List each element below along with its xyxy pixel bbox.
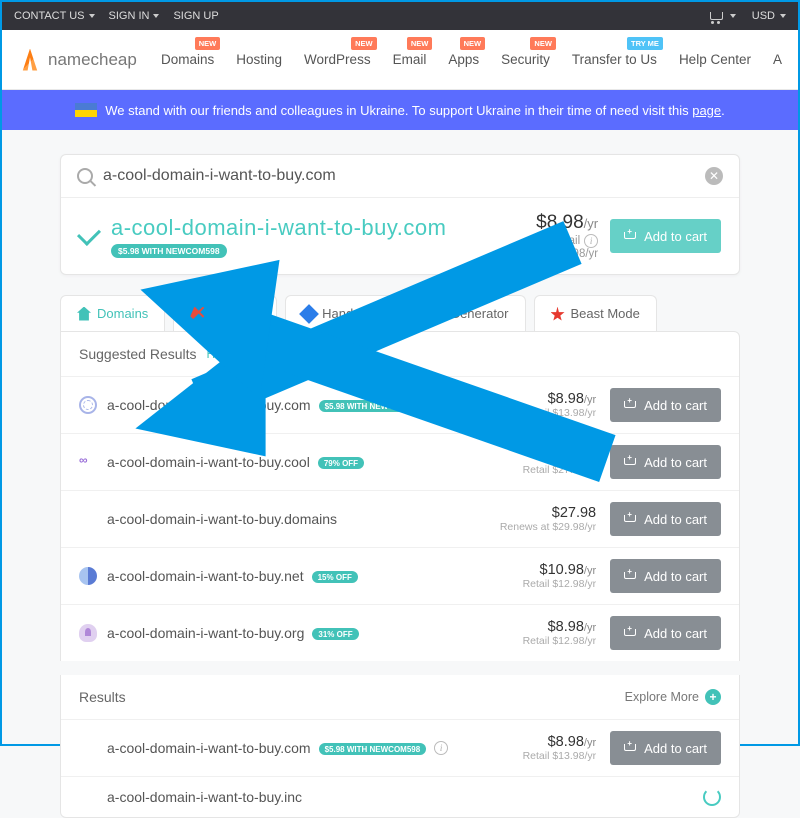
tld-icon <box>79 788 97 806</box>
domain-name[interactable]: a-cool-domain-i-want-to-buy.net <box>107 568 304 584</box>
nav-tag: NEW <box>351 37 377 50</box>
search-icon <box>77 168 93 184</box>
nav-tag: NEW <box>195 37 221 50</box>
loading-spinner-icon <box>703 788 721 806</box>
logo[interactable]: namecheap <box>18 49 137 71</box>
nav-transfer-to-us[interactable]: Transfer to UsTRY ME <box>572 52 657 67</box>
domain-row: a-cool-domain-i-want-to-buy.org 31% OFF $8… <box>61 604 739 661</box>
cart-add-icon <box>624 627 638 639</box>
cart-add-icon <box>624 742 638 754</box>
nav-email[interactable]: EmailNEW <box>393 52 427 67</box>
signin-menu[interactable]: SIGN IN <box>109 10 160 22</box>
cart-menu[interactable] <box>709 9 736 23</box>
nav-tag: NEW <box>530 37 556 50</box>
add-to-cart-button[interactable]: Add to cart <box>610 731 721 765</box>
explore-more[interactable]: Explore More+ <box>625 689 721 705</box>
nav-hosting[interactable]: Hosting <box>236 52 282 67</box>
signup-link[interactable]: SIGN UP <box>173 10 218 22</box>
price: $8.98/yrRetail $12.98/yr <box>523 619 597 647</box>
logo-icon <box>18 49 42 71</box>
nav-wordpress[interactable]: WordPressNEW <box>304 52 371 67</box>
header: namecheap DomainsNEW Hosting WordPressNEW E… <box>2 30 798 90</box>
main-nav: DomainsNEW Hosting WordPressNEW EmailNEW App… <box>161 52 782 67</box>
cart-add-icon <box>624 570 638 582</box>
domain-row: a-cool-domain-i-want-to-buy.net 15% OFF $1… <box>61 547 739 604</box>
tld-icon <box>79 567 97 585</box>
info-icon[interactable]: i <box>434 741 448 755</box>
cart-icon <box>709 9 725 23</box>
domain-name[interactable]: a-cool-domain-i-want-to-buy.com <box>107 740 311 756</box>
nav-tag: NEW <box>460 37 486 50</box>
plus-icon: + <box>705 689 721 705</box>
price: $8.98/yrRetail $13.98/yr <box>523 734 597 762</box>
contact-menu[interactable]: CONTACT US <box>14 10 95 22</box>
promo-badge: 31% OFF <box>312 628 358 640</box>
nav-help-center[interactable]: Help Center <box>679 52 751 67</box>
currency-menu[interactable]: USD <box>752 10 786 22</box>
nav-apps[interactable]: AppsNEW <box>448 52 479 67</box>
search-card: ✕ a-cool-domain-i-want-to-buy.com $5.98 … <box>60 154 740 275</box>
add-to-cart-button[interactable]: Add to cart <box>610 559 721 593</box>
add-to-cart-button[interactable]: Add to cart <box>610 616 721 650</box>
nav-security[interactable]: SecurityNEW <box>501 52 550 67</box>
price: $10.98/yrRetail $12.98/yr <box>523 562 597 590</box>
domain-name[interactable]: a-cool-domain-i-want-to-buy.inc <box>107 789 302 805</box>
domain-name[interactable]: a-cool-domain-i-want-to-buy.org <box>107 625 304 641</box>
tld-icon <box>79 624 97 642</box>
tld-icon <box>79 739 97 757</box>
promo-badge: $5.98 WITH NEWCOM598 <box>319 743 427 755</box>
nav-a[interactable]: A <box>773 52 782 67</box>
domain-row: a-cool-domain-i-want-to-buy.inc <box>61 776 739 817</box>
promo-badge: 15% OFF <box>312 571 358 583</box>
cart-add-icon <box>624 513 638 525</box>
ukraine-banner: We stand with our friends and colleagues… <box>2 90 798 130</box>
annotation-arrow <box>61 240 657 538</box>
nav-tag: NEW <box>407 37 433 50</box>
search-input[interactable] <box>103 167 705 185</box>
cart-add-icon <box>624 399 638 411</box>
banner-link[interactable]: page <box>692 103 721 118</box>
nav-domains[interactable]: DomainsNEW <box>161 52 214 67</box>
nav-tag: TRY ME <box>627 37 663 50</box>
hero-result: a-cool-domain-i-want-to-buy.com $5.98 WI… <box>61 198 739 274</box>
ukraine-flag-icon <box>75 103 97 117</box>
cart-add-icon <box>624 456 638 468</box>
domain-row: a-cool-domain-i-want-to-buy.com $5.98 WIT… <box>61 719 739 776</box>
results-header: Results Explore More+ <box>61 675 739 719</box>
top-bar: CONTACT US SIGN IN SIGN UP USD <box>2 2 798 30</box>
tld-icon <box>79 396 97 414</box>
clear-icon[interactable]: ✕ <box>705 167 723 185</box>
